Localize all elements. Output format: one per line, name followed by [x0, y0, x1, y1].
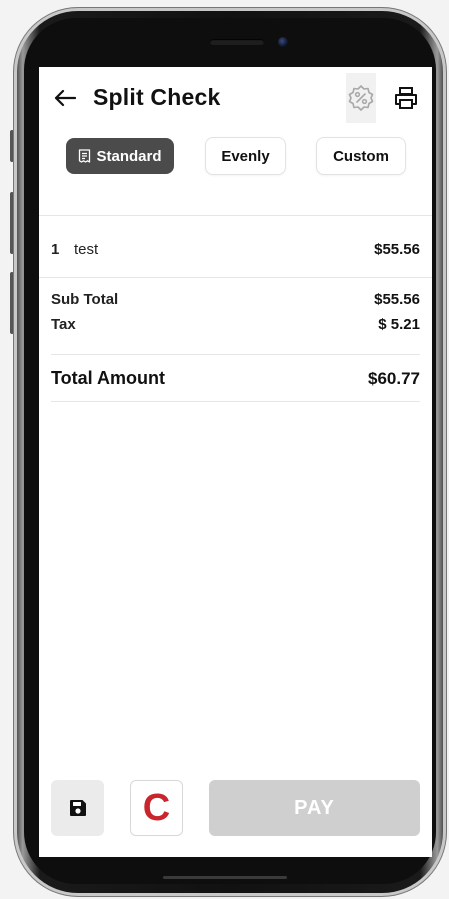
home-indicator [163, 876, 287, 879]
floppy-disk-icon [69, 800, 86, 816]
clover-logo: C [142, 787, 171, 829]
total-label: Total Amount [51, 368, 165, 388]
pay-button-label: PAY [294, 796, 335, 819]
tab-custom-label: Custom [333, 147, 389, 165]
receipt-icon [79, 149, 91, 163]
save-button[interactable] [51, 780, 104, 836]
item-name: test [74, 241, 99, 258]
tab-standard-label: Standard [96, 147, 162, 165]
discount-button[interactable] [346, 73, 376, 123]
tab-evenly-label: Evenly [221, 147, 270, 165]
arrow-left-icon [54, 89, 76, 107]
percent-badge-icon [348, 85, 374, 111]
item-quantity: 1 [51, 241, 60, 258]
clover-app-button[interactable]: C [130, 780, 183, 836]
print-button[interactable] [391, 83, 421, 113]
tab-evenly[interactable]: Evenly [205, 137, 286, 175]
split-mode-tabs: Standard Evenly Custom [39, 137, 432, 177]
list-item[interactable]: 1 test $55.56 [39, 231, 432, 269]
printer-icon [395, 87, 417, 109]
tax-label: Tax [51, 316, 76, 333]
item-price: $55.56 [374, 241, 420, 258]
app-screen: Split Check Standard Evenly Custom 1 tes… [39, 67, 432, 857]
total-divider [51, 401, 420, 402]
tab-custom[interactable]: Custom [316, 137, 406, 175]
back-button[interactable] [51, 83, 79, 113]
front-camera [278, 37, 288, 47]
earpiece-speaker [210, 39, 264, 45]
tab-standard[interactable]: Standard [66, 138, 174, 174]
subtotal-value: $55.56 [374, 291, 420, 308]
subtotal-label: Sub Total [51, 291, 119, 308]
section-divider [39, 215, 432, 216]
page-title: Split Check [93, 84, 221, 110]
header-bar: Split Check [39, 67, 432, 129]
total-value: $60.77 [368, 369, 420, 388]
pay-button[interactable]: PAY [209, 780, 420, 836]
tax-value: $ 5.21 [378, 316, 420, 333]
items-divider [39, 277, 432, 278]
summary-divider [51, 354, 420, 355]
